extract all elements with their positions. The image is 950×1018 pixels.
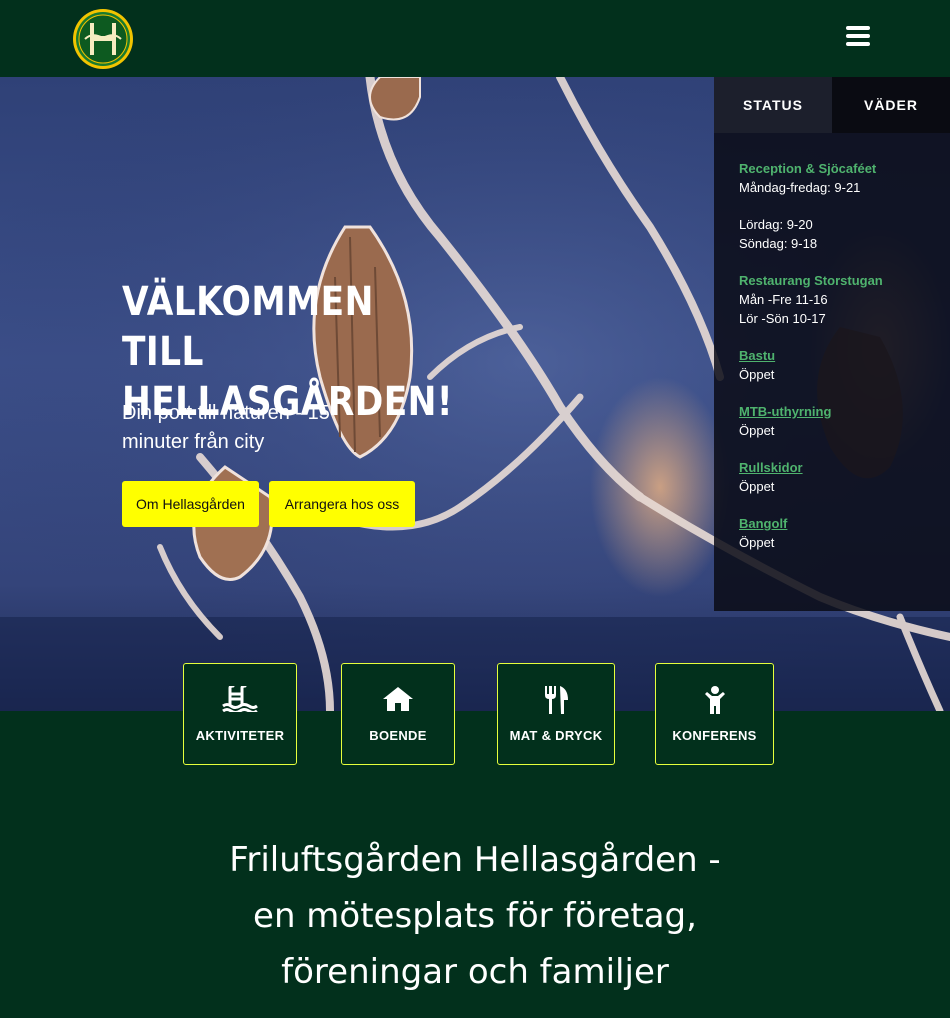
status-item-line: Lördag: 9-20 xyxy=(739,217,813,232)
category-label: KONFERENS xyxy=(672,728,757,743)
headline-line: Friluftsgården Hellasgården - xyxy=(229,840,721,880)
site-header xyxy=(0,0,950,77)
tab-status[interactable]: STATUS xyxy=(714,77,832,133)
status-item-bastu: Bastu Öppet xyxy=(739,346,944,384)
arrange-button[interactable]: Arrangera hos oss xyxy=(269,481,415,527)
status-item-line: Lör -Sön 10-17 xyxy=(739,311,826,326)
status-item-rullskidor: Rullskidor Öppet xyxy=(739,458,944,496)
headline-line: föreningar och familjer xyxy=(281,952,669,992)
swimming-pool-icon xyxy=(222,686,258,712)
cutlery-icon xyxy=(545,686,568,714)
category-label: BOENDE xyxy=(369,728,427,743)
status-item-reception: Reception & Sjöcaféet Måndag-fredag: 9-2… xyxy=(739,159,944,253)
status-item-line: Öppet xyxy=(739,479,775,494)
status-item-title: Restaurang Storstugan xyxy=(739,273,883,288)
status-item-bangolf: Bangolf Öppet xyxy=(739,514,944,552)
house-icon xyxy=(383,687,413,711)
status-item-line: Öppet xyxy=(739,423,775,438)
hellasgarden-logo[interactable] xyxy=(72,8,134,70)
status-item-title: Reception & Sjöcaféet xyxy=(739,161,877,176)
hero-section: VÄLKOMMEN TILL HELLASGÅRDEN! Din port ti… xyxy=(0,77,950,711)
status-item-line: Öppet xyxy=(739,535,775,550)
hamburger-icon[interactable] xyxy=(846,26,872,50)
headline-line: en mötesplats för företag, xyxy=(253,896,697,936)
status-list: Reception & Sjöcaféet Måndag-fredag: 9-2… xyxy=(739,159,944,570)
status-link-bastu[interactable]: Bastu xyxy=(739,346,944,365)
category-food[interactable]: MAT & DRYCK xyxy=(497,663,615,765)
category-conference[interactable]: KONFERENS xyxy=(655,663,774,765)
status-tabs: STATUS VÄDER xyxy=(714,77,950,133)
status-spacer xyxy=(739,197,944,215)
status-item-line: Öppet xyxy=(739,367,775,382)
main-headline: Friluftsgården Hellasgården - en mötespl… xyxy=(0,832,950,1000)
status-link-mtb[interactable]: MTB-uthyrning xyxy=(739,402,944,421)
status-item-line: Måndag-fredag: 9-21 xyxy=(739,180,861,195)
category-label: MAT & DRYCK xyxy=(509,728,603,743)
status-link-bangolf[interactable]: Bangolf xyxy=(739,514,944,533)
about-button[interactable]: Om Hellasgården xyxy=(122,481,259,527)
category-label: AKTIVITETER xyxy=(195,728,285,743)
status-item-restaurant: Restaurang Storstugan Mån -Fre 11-16 Lör… xyxy=(739,271,944,328)
hero-subtitle: Din port till naturen - 15 minuter från … xyxy=(122,402,330,453)
person-icon xyxy=(704,686,725,714)
status-panel: STATUS VÄDER Reception & Sjöcaféet Månda… xyxy=(714,77,950,611)
category-activities[interactable]: AKTIVITETER xyxy=(183,663,297,765)
status-item-mtb: MTB-uthyrning Öppet xyxy=(739,402,944,440)
status-item-line: Söndag: 9-18 xyxy=(739,236,818,251)
tab-weather[interactable]: VÄDER xyxy=(832,77,950,133)
category-lodging[interactable]: BOENDE xyxy=(341,663,455,765)
status-link-rullskidor[interactable]: Rullskidor xyxy=(739,458,944,477)
status-item-line: Mån -Fre 11-16 xyxy=(739,292,828,307)
